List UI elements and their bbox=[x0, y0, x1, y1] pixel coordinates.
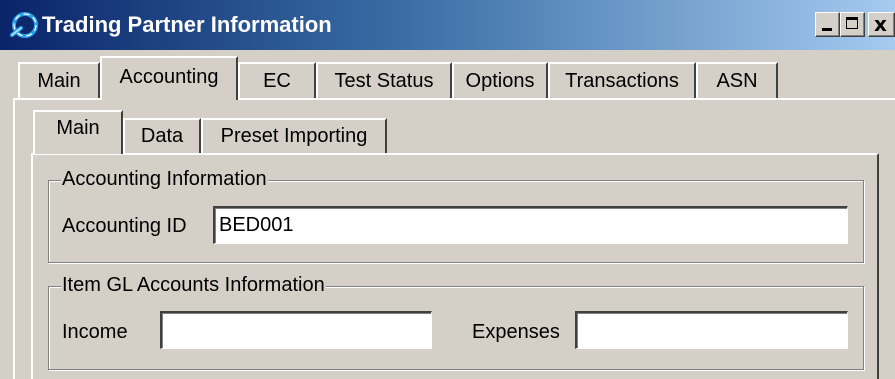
accounting-id-field[interactable]: BED001 bbox=[213, 206, 848, 244]
close-icon: x bbox=[874, 12, 887, 36]
tab-label: EC bbox=[263, 70, 291, 92]
tab-test-status[interactable]: Test Status bbox=[316, 62, 452, 98]
expenses-field[interactable] bbox=[575, 311, 848, 349]
subtab-main[interactable]: Main bbox=[33, 110, 123, 154]
accounting-id-label: Accounting ID bbox=[62, 215, 187, 237]
tab-ec[interactable]: EC bbox=[238, 62, 316, 98]
subtab-data[interactable]: Data bbox=[123, 118, 201, 153]
subtab-preset-importing[interactable]: Preset Importing bbox=[201, 118, 387, 153]
minimize-icon bbox=[822, 28, 832, 31]
tab-label: Test Status bbox=[334, 70, 434, 92]
tab-accounting[interactable]: Accounting bbox=[100, 56, 238, 100]
tab-asn[interactable]: ASN bbox=[696, 62, 778, 98]
income-field[interactable] bbox=[160, 311, 432, 349]
tab-options[interactable]: Options bbox=[452, 62, 548, 98]
expenses-label: Expenses bbox=[472, 321, 560, 343]
income-label: Income bbox=[62, 321, 128, 343]
maximize-button[interactable] bbox=[840, 12, 865, 37]
subtab-label: Main bbox=[56, 117, 100, 139]
tab-label: Transactions bbox=[565, 70, 679, 92]
subtab-label: Data bbox=[140, 125, 184, 147]
close-button[interactable]: x bbox=[868, 12, 895, 37]
group-title: Accounting Information bbox=[61, 167, 268, 191]
app-icon bbox=[10, 12, 38, 38]
tab-label: Accounting bbox=[119, 66, 219, 88]
maximize-icon bbox=[846, 17, 858, 29]
window-title: Trading Partner Information bbox=[42, 12, 332, 37]
tab-label: Options bbox=[465, 70, 535, 92]
title-bar[interactable]: Trading Partner Information x bbox=[0, 0, 895, 50]
tab-label: ASN bbox=[716, 70, 758, 92]
group-title: Item GL Accounts Information bbox=[61, 273, 326, 297]
subtab-label: Preset Importing bbox=[220, 125, 368, 147]
tab-label: Main bbox=[37, 70, 81, 92]
tab-transactions[interactable]: Transactions bbox=[548, 62, 696, 98]
minimize-button[interactable] bbox=[815, 12, 840, 37]
tab-main[interactable]: Main bbox=[18, 62, 100, 98]
